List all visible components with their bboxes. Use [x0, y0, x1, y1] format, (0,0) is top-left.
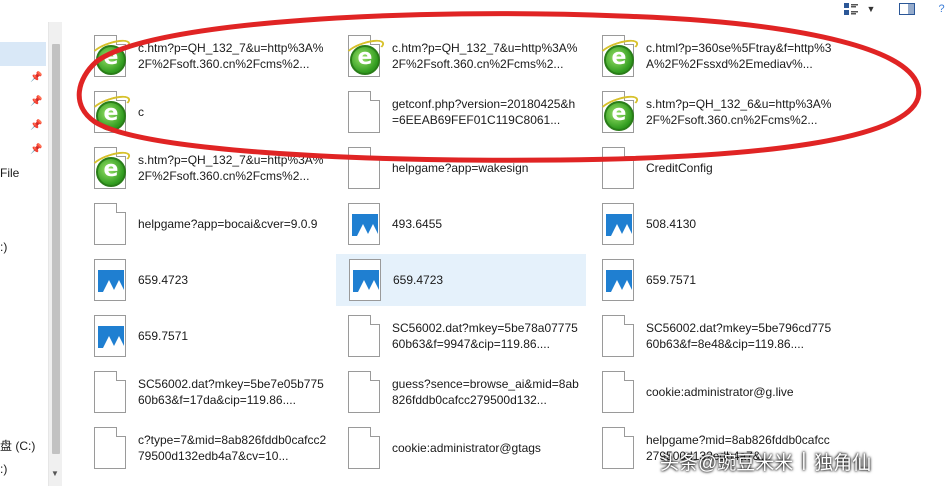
file-name: guess?sence=browse_ai&mid=8ab826fddb0caf… [392, 377, 579, 407]
file-name: 659.4723 [138, 273, 189, 287]
file-name: c.htm?p=QH_132_7&u=http%3A%2F%2Fsoft.360… [138, 41, 324, 71]
pin-icon[interactable]: 📌 [30, 96, 42, 108]
nav-item-label[interactable]: File [0, 166, 19, 180]
help-icon[interactable]: ? [934, 0, 949, 18]
file-name: 493.6455 [392, 217, 443, 231]
generic-file-icon [600, 313, 636, 359]
file-name: helpgame?app=wakesign [392, 161, 529, 175]
file-name: cookie:administrator@gtags [392, 441, 541, 455]
image-file-icon [92, 257, 128, 303]
file-name: c?type=7&mid=8ab826fddb0cafcc279500d132e… [138, 433, 327, 463]
pin-icon[interactable]: 📌 [30, 120, 42, 132]
nav-item-label[interactable]: :) [0, 462, 7, 476]
generic-file-icon [600, 145, 636, 191]
file-name: getconf.php?version=20180425&h=6EEAB69FE… [392, 97, 576, 127]
generic-file-icon [346, 89, 382, 135]
file-name: c.html?p=360se%5Ftray&f=http%3A%2F%2Fssx… [646, 41, 832, 71]
navigation-pane: 📌 📌 📌 📌 File :) 盘 (C:) :) [0, 22, 48, 486]
watermark: 头条 @豌豆米米 | 独角仙 [660, 446, 871, 476]
file-item[interactable]: c.htm?p=QH_132_7&u=http%3A%2F%2Fsoft.360… [82, 30, 332, 82]
file-name: SC56002.dat?mkey=5be796cd77560b63&f=8e48… [646, 321, 832, 351]
generic-file-icon [600, 369, 636, 415]
file-name: 508.4130 [646, 217, 697, 231]
file-name: cookie:administrator@g.live [646, 385, 794, 399]
watermark-handle: @豌豆米米 [698, 452, 794, 474]
view-options-icon[interactable] [842, 0, 860, 18]
image-file-icon [92, 313, 128, 359]
file-name: SC56002.dat?mkey=5be7e05b77560b63&f=17da… [138, 377, 324, 407]
file-name: 659.7571 [646, 273, 697, 287]
html-file-icon [89, 33, 133, 79]
file-name: s.htm?p=QH_132_7&u=http%3A%2F%2Fsoft.360… [138, 153, 324, 183]
image-file-icon [347, 257, 383, 303]
file-name: CreditConfig [646, 161, 713, 175]
file-item[interactable]: 659.4723 [336, 254, 586, 306]
file-name: c [138, 105, 144, 119]
file-item[interactable]: SC56002.dat?mkey=5be78a0777560b63&f=9947… [336, 310, 586, 362]
nav-selected-item[interactable] [0, 42, 46, 66]
watermark-author: 独角仙 [814, 452, 872, 474]
file-name: 659.7571 [138, 329, 189, 343]
view-toolbar: ▼ ? [0, 0, 949, 22]
file-item[interactable]: cookie:administrator@gtags [336, 422, 586, 474]
generic-file-icon [92, 201, 128, 247]
image-file-icon [346, 201, 382, 247]
file-item[interactable]: s.htm?p=QH_132_6&u=http%3A%2F%2Fsoft.360… [590, 86, 840, 138]
file-name: 659.4723 [393, 273, 444, 287]
file-name: s.htm?p=QH_132_6&u=http%3A%2F%2Fsoft.360… [646, 97, 832, 127]
file-item[interactable]: c [82, 86, 332, 138]
file-item[interactable]: c?type=7&mid=8ab826fddb0cafcc279500d132e… [82, 422, 332, 474]
generic-file-icon [346, 369, 382, 415]
file-item[interactable]: CreditConfig [590, 142, 840, 194]
file-item[interactable]: SC56002.dat?mkey=5be796cd77560b63&f=8e48… [590, 310, 840, 362]
file-list: c.htm?p=QH_132_7&u=http%3A%2F%2Fsoft.360… [62, 22, 949, 486]
scroll-down-arrow-icon[interactable]: ▼ [51, 469, 59, 478]
html-file-icon [89, 89, 133, 135]
pin-icon[interactable]: 📌 [30, 72, 42, 84]
watermark-separator: | [801, 450, 807, 471]
nav-scrollbar[interactable]: ▼ [48, 22, 62, 486]
file-item[interactable]: getconf.php?version=20180425&h=6EEAB69FE… [336, 86, 586, 138]
file-name: helpgame?app=bocai&cver=9.0.9 [138, 217, 318, 231]
html-file-icon [597, 33, 641, 79]
html-file-icon [343, 33, 387, 79]
file-item[interactable]: c.htm?p=QH_132_7&u=http%3A%2F%2Fsoft.360… [336, 30, 586, 82]
file-name: c.htm?p=QH_132_7&u=http%3A%2F%2Fsoft.360… [392, 41, 578, 71]
file-item[interactable]: cookie:administrator@g.live [590, 366, 840, 418]
file-item[interactable]: s.htm?p=QH_132_7&u=http%3A%2F%2Fsoft.360… [82, 142, 332, 194]
generic-file-icon [92, 425, 128, 471]
pin-icon[interactable]: 📌 [30, 144, 42, 156]
watermark-brand: 头条 [660, 452, 699, 474]
chevron-down-icon[interactable]: ▼ [864, 0, 878, 18]
nav-item-label[interactable]: :) [0, 240, 7, 254]
generic-file-icon [346, 313, 382, 359]
file-item[interactable]: helpgame?app=wakesign [336, 142, 586, 194]
file-name: SC56002.dat?mkey=5be78a0777560b63&f=9947… [392, 321, 578, 351]
file-item[interactable]: 659.7571 [82, 310, 332, 362]
file-item[interactable]: 659.4723 [82, 254, 332, 306]
file-item[interactable]: c.html?p=360se%5Ftray&f=http%3A%2F%2Fssx… [590, 30, 840, 82]
generic-file-icon [346, 425, 382, 471]
generic-file-icon [346, 145, 382, 191]
image-file-icon [600, 201, 636, 247]
generic-file-icon [92, 369, 128, 415]
html-file-icon [89, 145, 133, 191]
file-item[interactable]: 508.4130 [590, 198, 840, 250]
nav-item-drive-c[interactable]: 盘 (C:) [0, 437, 35, 454]
file-item[interactable]: 493.6455 [336, 198, 586, 250]
html-file-icon [597, 89, 641, 135]
file-item[interactable]: helpgame?app=bocai&cver=9.0.9 [82, 198, 332, 250]
file-item[interactable]: guess?sence=browse_ai&mid=8ab826fddb0caf… [336, 366, 586, 418]
preview-pane-icon[interactable] [896, 0, 918, 18]
file-item[interactable]: 659.7571 [590, 254, 840, 306]
file-item[interactable]: SC56002.dat?mkey=5be7e05b77560b63&f=17da… [82, 366, 332, 418]
generic-file-icon [600, 425, 636, 471]
image-file-icon [600, 257, 636, 303]
nav-scrollbar-thumb[interactable] [52, 44, 60, 454]
